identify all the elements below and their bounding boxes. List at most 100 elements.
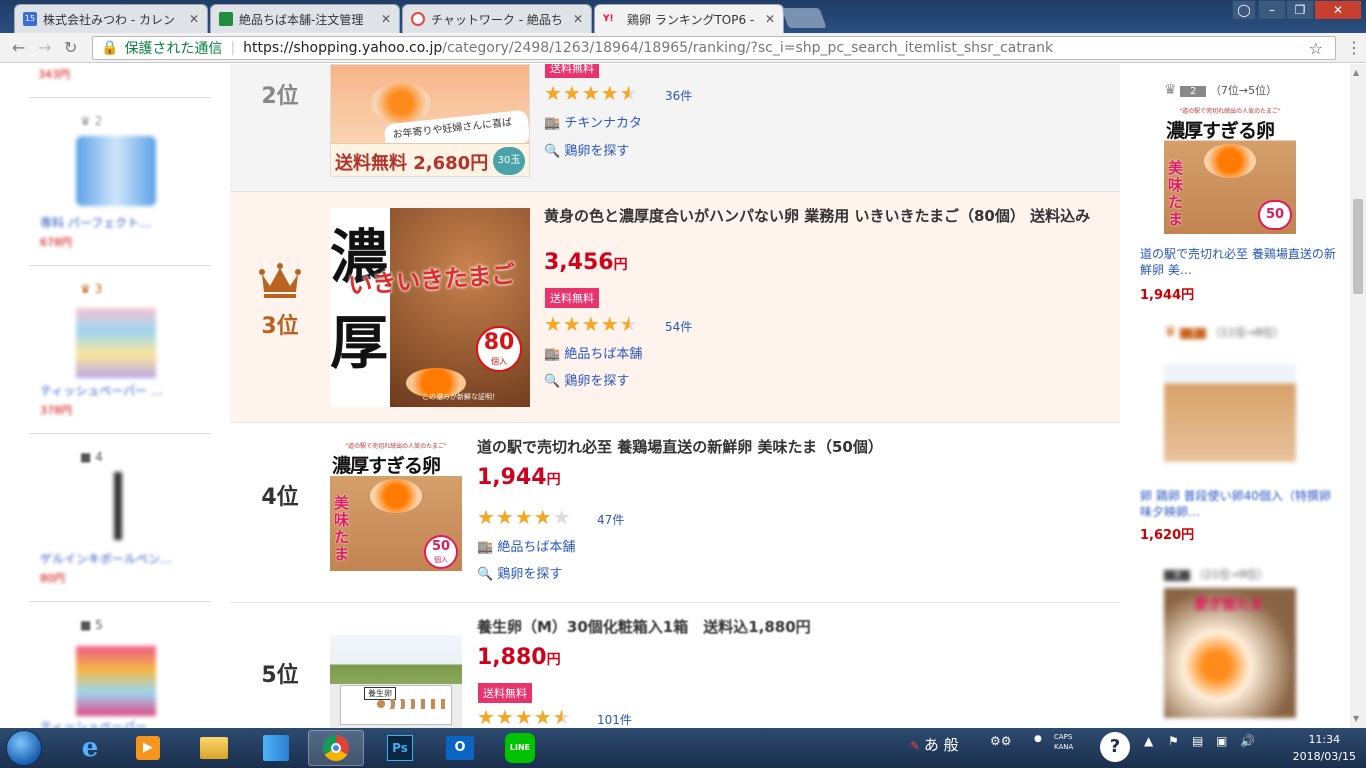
ranking-row: 4位 "道の駅で売切れ続出の人気のたまご" 濃厚すぎる卵 美味たま 50 個入 …	[230, 423, 1120, 603]
back-arrow-icon[interactable]: ←	[12, 38, 25, 57]
product-thumbnail[interactable]	[76, 646, 156, 716]
system-clock[interactable]: 11:34 2018/03/15	[1293, 731, 1356, 765]
product-title[interactable]: 養生卵（M）30個化粧箱入1箱 送料込1,880円	[477, 617, 1107, 637]
item-name[interactable]: 道の駅で売切れ必至 養鶏場直送の新鮮卵 美…	[1140, 246, 1340, 278]
outlook-icon[interactable]: O	[432, 730, 488, 766]
tab-calendar[interactable]: 15 株式会社みつわ - カレン ✕	[14, 4, 208, 33]
close-tab-icon[interactable]: ✕	[573, 12, 583, 26]
photoshop-icon[interactable]: Ps	[372, 730, 428, 766]
display-icon[interactable]: ▣	[1216, 734, 1227, 748]
chrome-icon[interactable]	[308, 730, 364, 766]
help-icon[interactable]: ?	[1100, 732, 1130, 762]
product-title[interactable]: 黄身の色と濃厚度合いがハンパない卵 業務用 いきいきたまご（80個） 送料込み	[544, 206, 1114, 226]
rising-rank-label: ♛ 3 （11位→8位）	[1164, 324, 1285, 340]
egg-yolk-image	[370, 479, 422, 513]
ranking-row: 5位 養生卵 養生卵（M）30個化粧箱入1箱 送料込1,880円 1,880円 …	[230, 603, 1120, 728]
list-item[interactable]: ■ 5 ティッシュペーパー	[30, 602, 210, 728]
list-item[interactable]: ♛ 2 専科 パーフェクト… 678円	[30, 98, 210, 266]
item-name[interactable]: ティッシュペーパー	[40, 718, 147, 728]
ime-bar[interactable]: ✎ あ 般	[910, 734, 959, 755]
minimize-button[interactable]: –	[1258, 0, 1286, 20]
help-ime-icon[interactable]: ●	[1034, 734, 1042, 744]
file-explorer-icon[interactable]	[186, 730, 242, 766]
internet-explorer-icon[interactable]: e	[62, 730, 118, 766]
list-item[interactable]: ♛ 3 ティッシュペーパー … 378円	[30, 266, 210, 434]
review-count[interactable]: 101件	[597, 711, 632, 728]
tab-order-management[interactable]: 絶品ちば本舗-注文管理 ✕	[210, 4, 400, 33]
crown-icon: ■ 4	[80, 450, 103, 464]
browser-toolbar: ← → ↻ 🔒 保護された通信 | https://shopping.yahoo…	[0, 33, 1366, 63]
product-thumbnail[interactable]	[76, 136, 156, 206]
forward-arrow-icon[interactable]: →	[38, 38, 51, 57]
egg-yolk-image	[1204, 144, 1256, 178]
find-link[interactable]: 🔍 鶏卵を探す	[544, 140, 629, 159]
close-tab-icon[interactable]: ✕	[765, 12, 775, 26]
ranking-row: 3位 濃 厚 いきいきたまご 80 個入 この濃みが新鮮な証明！ 黄身の色と濃厚…	[230, 192, 1120, 423]
media-player-icon[interactable]: ▶	[120, 730, 176, 766]
item-name[interactable]: 専科 パーフェクト…	[40, 214, 151, 231]
thumb-caption: この濃みが新鮮な証明！	[422, 393, 499, 401]
product-thumbnail[interactable]: "道の駅で売切れ続出の人気のたまご" 濃厚すぎる卵 美味たま 50	[1164, 104, 1296, 234]
line-icon[interactable]: LINE	[492, 730, 548, 766]
review-count[interactable]: 47件	[597, 511, 624, 528]
start-button[interactable]	[6, 730, 42, 766]
product-thumbnail[interactable]	[1164, 364, 1296, 462]
yahoo-favicon-icon: Y!	[603, 14, 614, 24]
search-icon: 🔍	[544, 374, 561, 389]
find-link[interactable]: 🔍 鶏卵を探す	[544, 370, 629, 389]
bookmark-star-icon[interactable]: ☆	[1309, 39, 1323, 58]
tab-title: 鶏卵 ランキングTOP6 -	[627, 12, 755, 27]
product-title[interactable]: 道の駅で売切れ必至 養鶏場直送の新鮮卵 美味たま（50個）	[477, 437, 1107, 457]
flag-icon[interactable]: ⚑	[1168, 734, 1179, 748]
close-tab-icon[interactable]: ✕	[381, 12, 391, 26]
item-name[interactable]: ティッシュペーパー …	[40, 382, 163, 399]
shop-link[interactable]: 🏬 絶品ちば本舗	[544, 343, 642, 362]
product-price: 1,880円	[477, 645, 561, 670]
menu-dots-icon[interactable]: ⋮	[1346, 38, 1362, 57]
product-thumbnail[interactable]: 養生卵	[330, 635, 462, 728]
volume-icon[interactable]: 🔊	[1240, 734, 1255, 748]
shop-link[interactable]: 🏬 チキンナカタ	[544, 112, 642, 131]
secure-label: 保護された通信	[124, 41, 223, 57]
product-thumbnail[interactable]: 濃 厚 いきいきたまご 80 個入 この濃みが新鮮な証明！	[330, 208, 530, 407]
scroll-up-icon[interactable]: ▲	[1353, 68, 1359, 77]
rising-rank-label: ♛ 2 （7位→5位）	[1164, 82, 1278, 98]
review-count[interactable]: 54件	[665, 318, 692, 335]
item-name[interactable]: ゲルインキボールペン…	[40, 550, 172, 567]
user-profile-icon[interactable]: ◯	[1232, 0, 1256, 20]
tab-chatwork[interactable]: チャットワーク - 絶品ち ✕	[402, 4, 592, 33]
egg-yolk-image	[371, 83, 431, 123]
bronze-crown-icon: ♛ 3	[80, 282, 103, 296]
show-hidden-icons-icon[interactable]: ▲	[1144, 734, 1153, 748]
product-thumbnail[interactable]	[76, 308, 156, 378]
thumb-count-circle: 80 個入	[476, 326, 522, 372]
product-thumbnail[interactable]: お年寄りや妊婦さんに喜ばれる! 送料無料 2,680円 30玉	[330, 64, 530, 177]
product-thumbnail[interactable]: 愛ぎ惚たま	[1164, 588, 1296, 718]
network-icon[interactable]: ▤	[1192, 734, 1203, 748]
product-thumbnail[interactable]	[114, 472, 122, 540]
calendar-favicon-icon: 15	[23, 12, 37, 26]
product-thumbnail[interactable]: "道の駅で売切れ続出の人気のたまご" 濃厚すぎる卵 美味たま 50 個入	[330, 439, 462, 571]
restore-button[interactable]: ❐	[1286, 0, 1314, 20]
scroll-down-icon[interactable]: ▼	[1353, 714, 1359, 723]
ime-tools-icon[interactable]: ⚙⚙	[990, 734, 1012, 748]
address-bar[interactable]: 🔒 保護された通信 | https://shopping.yahoo.co.jp…	[92, 36, 1336, 60]
close-tab-icon[interactable]: ✕	[189, 12, 199, 26]
item-price: 343円	[38, 68, 70, 81]
shop-link[interactable]: 🏬 絶品ちば本舗	[477, 536, 575, 555]
review-count[interactable]: 36件	[665, 87, 692, 104]
new-tab-button[interactable]	[781, 8, 827, 28]
reload-icon[interactable]: ↻	[64, 38, 77, 57]
list-item[interactable]: ■ 4 ゲルインキボールペン… 80円	[30, 434, 210, 602]
item-name[interactable]: 卵 鶏卵 普段使い卵40個入（特撰卵味夕映卵…	[1140, 488, 1340, 520]
libraries-icon[interactable]	[248, 730, 304, 766]
close-window-button[interactable]: ✕	[1314, 0, 1362, 20]
product-price: 1,944円	[477, 465, 561, 490]
rank-label: 3位	[261, 314, 299, 339]
find-link[interactable]: 🔍 鶏卵を探す	[477, 563, 562, 582]
vertical-scrollbar[interactable]: ▲ ▼	[1350, 64, 1366, 728]
tab-title: 絶品ちば本舗-注文管理	[239, 12, 364, 27]
scrollbar-thumb[interactable]	[1353, 199, 1363, 294]
tab-egg-ranking[interactable]: Y! 鶏卵 ランキングTOP6 - ✕	[594, 4, 784, 33]
eggs-image	[376, 699, 446, 709]
